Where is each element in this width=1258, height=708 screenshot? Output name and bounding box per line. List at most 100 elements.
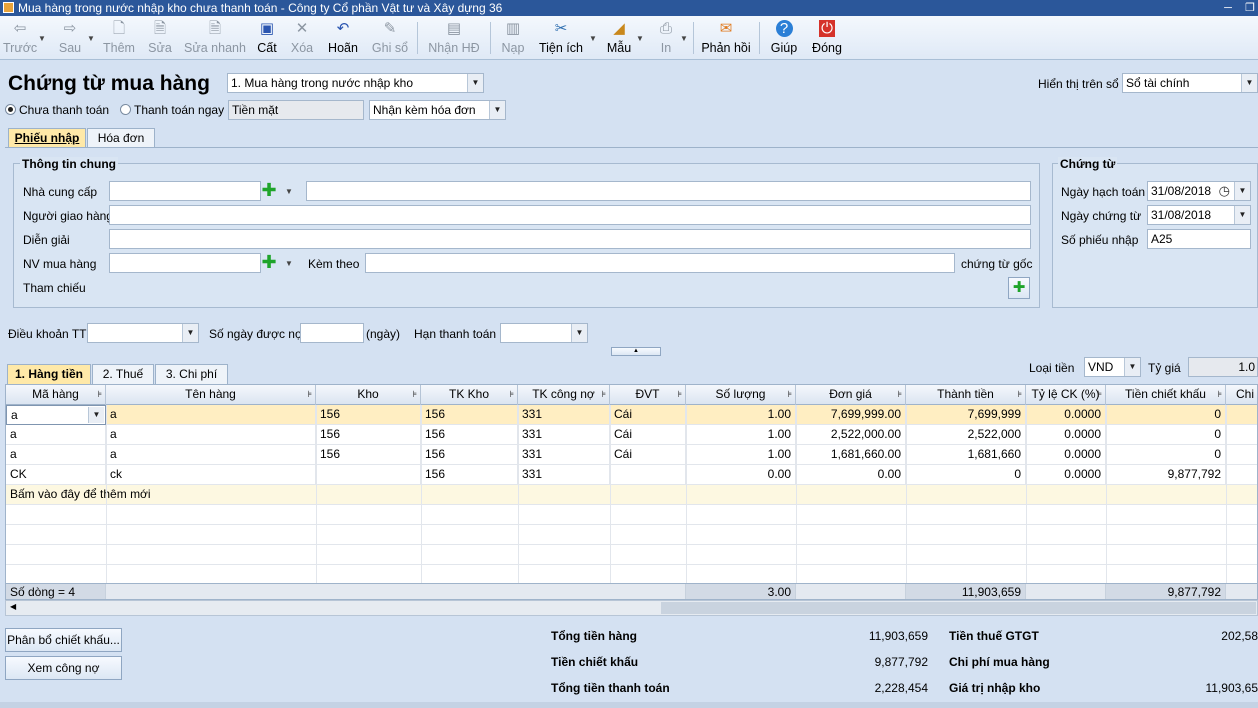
close-button[interactable]: ⏻ Đóng: [810, 18, 844, 58]
chevron-down-icon[interactable]: ▼: [285, 187, 293, 196]
cell-quantity[interactable]: 0.00: [686, 465, 796, 485]
next-button[interactable]: ⇨ Sau: [55, 18, 85, 58]
cell-unit-price[interactable]: 1,681,660.00: [796, 445, 906, 465]
chevron-down-icon[interactable]: ▼: [38, 34, 46, 43]
receipt-no-input[interactable]: A25: [1147, 229, 1251, 249]
cell-warehouse[interactable]: [316, 465, 421, 485]
chevron-down-icon[interactable]: ▼: [680, 34, 688, 43]
cell-amount[interactable]: 2,522,000: [906, 425, 1026, 445]
deliverer-input[interactable]: [109, 205, 1031, 225]
cell-unit[interactable]: Cái: [610, 405, 686, 425]
doc-type-select[interactable]: 1. Mua hàng trong nước nhập kho ▼: [227, 73, 484, 93]
chevron-down-icon[interactable]: ▼: [88, 407, 104, 423]
radio-paid-now[interactable]: Thanh toán ngay: [120, 103, 224, 117]
pin-icon[interactable]: ⊧: [307, 385, 312, 404]
cell-payable-account[interactable]: 331: [518, 465, 610, 485]
pin-icon[interactable]: ⊧: [677, 385, 682, 404]
add-new-row[interactable]: Bấm vào đây để thêm mới: [6, 485, 1257, 505]
cell-quantity[interactable]: 1.00: [686, 445, 796, 465]
payment-terms-select[interactable]: ▼: [87, 323, 199, 343]
add-button[interactable]: 🗋 Thêm: [102, 18, 136, 58]
invoice-option-select[interactable]: Nhận kèm hóa đơn ▼: [369, 100, 506, 120]
col-warehouse[interactable]: Kho ⊧: [316, 385, 421, 405]
col-discount-amount[interactable]: Tiền chiết khấu ⊧: [1106, 385, 1226, 405]
pin-icon[interactable]: ⊧: [601, 385, 606, 404]
delete-button[interactable]: ✕ Xóa: [288, 18, 316, 58]
allocate-discount-button[interactable]: Phân bổ chiết khấu...: [5, 628, 122, 652]
cell-item-code[interactable]: CK: [6, 465, 106, 485]
save-button[interactable]: ▣ Cất: [254, 18, 280, 58]
help-button[interactable]: ? Giúp: [768, 18, 800, 58]
table-row[interactable]: a ▼ a 156 156 331 Cái 1.00 7,699,999.00 7…: [6, 405, 1257, 425]
cell-item-code[interactable]: a: [6, 445, 106, 465]
cell-unit[interactable]: [610, 465, 686, 485]
chevron-down-icon[interactable]: ▼: [467, 74, 483, 92]
radio-unpaid[interactable]: Chưa thanh toán: [5, 103, 109, 117]
table-row[interactable]: CK ck 156 331 0.00 0.00 0 0.0000 9,877,7…: [6, 465, 1257, 485]
chevron-down-icon[interactable]: ▼: [1234, 206, 1250, 224]
cell-cost[interactable]: [1226, 405, 1257, 425]
col-item-code[interactable]: Mã hàng ⊧: [6, 385, 106, 405]
tab-receipt[interactable]: Phiếu nhập: [8, 128, 86, 148]
cell-item-name[interactable]: a: [106, 425, 316, 445]
cell-discount-amount[interactable]: 0: [1106, 445, 1226, 465]
cell-amount[interactable]: 1,681,660: [906, 445, 1026, 465]
cell-discount-amount[interactable]: 9,877,792: [1106, 465, 1226, 485]
scrollbar-thumb[interactable]: [661, 602, 1256, 614]
pin-icon[interactable]: ⊧: [412, 385, 417, 404]
cell-warehouse[interactable]: 156: [316, 445, 421, 465]
cell-item-name[interactable]: ck: [106, 465, 316, 485]
chevron-down-icon[interactable]: ▼: [87, 34, 95, 43]
chevron-down-icon[interactable]: ▼: [489, 101, 505, 119]
cell-quantity[interactable]: 1.00: [686, 405, 796, 425]
load-button[interactable]: ▥ Nạp: [498, 18, 528, 58]
description-input[interactable]: [109, 229, 1031, 249]
prev-button[interactable]: ⇦ Trước: [3, 18, 37, 58]
col-unit-price[interactable]: Đơn giá ⊧: [796, 385, 906, 405]
tab-goods[interactable]: 1. Hàng tiền: [7, 364, 91, 384]
col-unit[interactable]: ĐVT ⊧: [610, 385, 686, 405]
tab-cost[interactable]: 3. Chi phí: [155, 364, 228, 384]
post-button[interactable]: ✎ Ghi sổ: [370, 18, 410, 58]
cell-warehouse[interactable]: 156: [316, 405, 421, 425]
pin-icon[interactable]: ⊧: [97, 385, 102, 404]
col-item-name[interactable]: Tên hàng ⊧: [106, 385, 316, 405]
chevron-down-icon[interactable]: ▼: [1234, 182, 1250, 200]
col-cost[interactable]: Chi p: [1226, 385, 1257, 405]
view-debt-button[interactable]: Xem công nợ: [5, 656, 122, 680]
col-payable-account[interactable]: TK công nợ ⊧: [518, 385, 610, 405]
due-date-select[interactable]: ▼: [500, 323, 588, 343]
add-reference-icon[interactable]: ✚: [1008, 277, 1030, 299]
print-button[interactable]: ⎙ In: [654, 18, 678, 58]
undo-button[interactable]: ↶ Hoãn: [326, 18, 360, 58]
cell-stock-account[interactable]: 156: [421, 425, 518, 445]
chevron-down-icon[interactable]: ▼: [182, 324, 198, 342]
cell-item-code[interactable]: a: [6, 425, 106, 445]
display-on-book-select[interactable]: Sổ tài chính ▼: [1122, 73, 1258, 93]
cell-cost[interactable]: [1226, 425, 1257, 445]
table-row[interactable]: a a 156 156 331 Cái 1.00 1,681,660.00 1,…: [6, 445, 1257, 465]
cell-discount-amount[interactable]: 0: [1106, 405, 1226, 425]
col-discount-rate[interactable]: Tỷ lệ CK (%) ⊧: [1026, 385, 1106, 405]
cell-quantity[interactable]: 1.00: [686, 425, 796, 445]
scroll-left-icon[interactable]: ◀: [10, 602, 16, 611]
cell-payable-account[interactable]: 331: [518, 425, 610, 445]
edit-button[interactable]: 🗎 Sửa: [146, 18, 174, 58]
template-button[interactable]: ◢ Mẫu: [604, 18, 634, 58]
pin-icon[interactable]: ⊧: [1217, 385, 1222, 404]
attached-input[interactable]: [365, 253, 955, 273]
doc-date-input[interactable]: 31/08/2018 ▼: [1147, 205, 1251, 225]
cell-stock-account[interactable]: 156: [421, 465, 518, 485]
cell-discount-rate[interactable]: 0.0000: [1026, 425, 1106, 445]
horizontal-scrollbar[interactable]: ◀: [5, 600, 1258, 616]
cell-stock-account[interactable]: 156: [421, 405, 518, 425]
col-amount[interactable]: Thành tiền ⊧: [906, 385, 1026, 405]
cell-unit[interactable]: Cái: [610, 445, 686, 465]
buyer-input[interactable]: [109, 253, 261, 273]
receive-invoice-button[interactable]: ▤ Nhận HĐ: [426, 18, 482, 58]
pin-icon[interactable]: ⊧: [897, 385, 902, 404]
cell-discount-rate[interactable]: 0.0000: [1026, 405, 1106, 425]
col-quantity[interactable]: Số lượng ⊧: [686, 385, 796, 405]
cell-unit-price[interactable]: 2,522,000.00: [796, 425, 906, 445]
chevron-down-icon[interactable]: ▼: [589, 34, 597, 43]
